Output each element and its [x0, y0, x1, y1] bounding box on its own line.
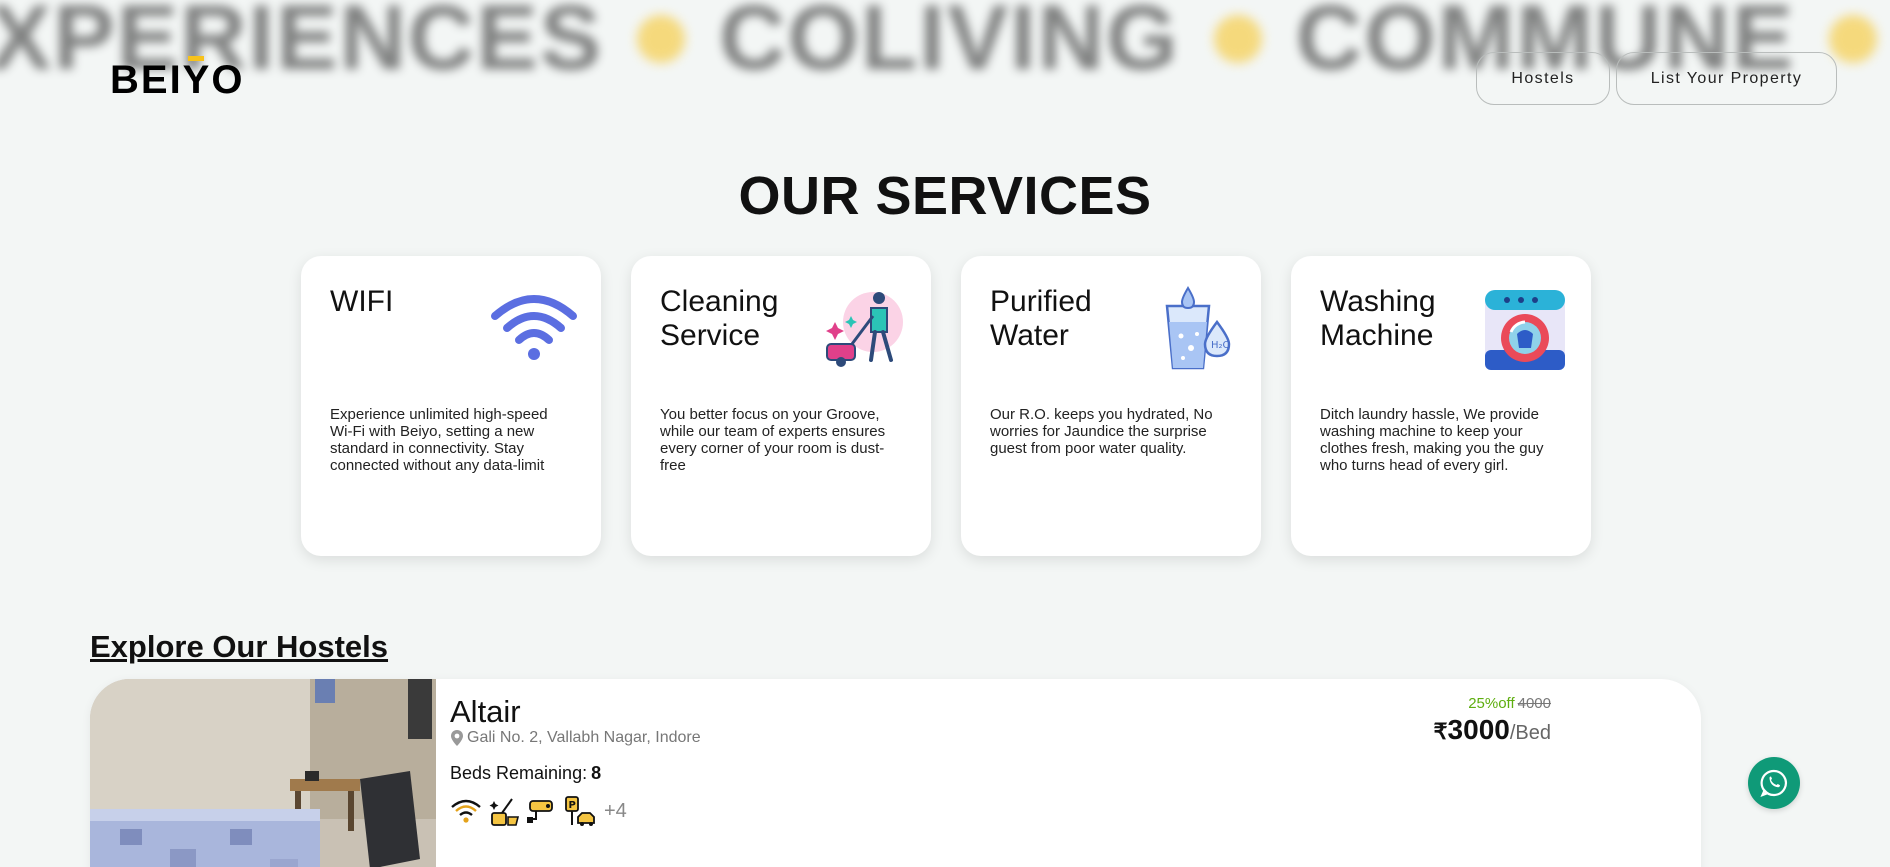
logo-accent-bar [188, 56, 204, 61]
beds-remaining-value: 8 [591, 763, 602, 783]
price-unit: /Bed [1509, 722, 1551, 744]
service-card-title: WIFI [330, 285, 394, 318]
location-pin-icon [451, 730, 463, 746]
wifi-icon [491, 295, 577, 360]
list-property-nav-button[interactable]: List Your Property [1616, 52, 1837, 105]
original-price: 4000 [1517, 695, 1551, 712]
whatsapp-icon [1760, 769, 1787, 797]
hostel-name[interactable]: Altair [450, 694, 521, 730]
more-amenities[interactable]: +4 [604, 800, 627, 823]
services-cards: WIFI Experience unlimited high-speed Wi-… [301, 256, 1591, 556]
explore-hostels-title: Explore Our Hostels [90, 629, 389, 664]
marquee-word: COLIVING [719, 0, 1180, 89]
currency-symbol: ₹ [1433, 719, 1448, 744]
services-title: OUR SERVICES [738, 166, 1152, 226]
wifi-amenity-icon [451, 799, 481, 823]
service-card-washing-machine: Washing Machine Ditch laundry hassle, We… [1291, 256, 1591, 556]
service-card-title: Washing Machine [1320, 285, 1436, 352]
amenities-row: P +4 [450, 795, 627, 827]
service-card-description: Our R.O. keeps you hydrated, No worries … [990, 406, 1213, 457]
discount-badge: 25%off [1468, 695, 1515, 712]
service-card-title: Cleaning Service [660, 285, 779, 352]
current-price: ₹3000/Bed [1434, 714, 1551, 746]
marquee-dot [1829, 14, 1878, 63]
washing-machine-icon [1485, 290, 1565, 370]
cctv-amenity-icon [527, 800, 553, 823]
brand-logo[interactable]: BEIYO [110, 56, 245, 102]
cleaning-icon [826, 292, 903, 367]
hostel-card[interactable]: Altair Gali No. 2, Vallabh Nagar, Indore… [90, 679, 1701, 867]
price-block: 25%off 4000 ₹3000/Bed [1434, 695, 1551, 746]
svg-text:P: P [569, 800, 576, 811]
service-card-description: Ditch laundry hassle, We provide washing… [1320, 406, 1544, 474]
price-value: 3000 [1447, 714, 1510, 745]
beds-remaining-label: Beds Remaining: [450, 763, 588, 783]
svg-text:H₂O: H₂O [1211, 340, 1231, 351]
hostels-nav-button[interactable]: Hostels [1476, 52, 1610, 105]
marquee-dot [637, 14, 686, 63]
beds-remaining: Beds Remaining: 8 [450, 763, 601, 784]
marquee-word: XPERIENCES [0, 0, 604, 89]
parking-amenity-icon: P [565, 796, 595, 826]
logo-text: BEIYO [110, 58, 245, 102]
hostel-address: Gali No. 2, Vallabh Nagar, Indore [450, 729, 701, 747]
service-card-description: Experience unlimited high-speed Wi-Fi wi… [330, 406, 548, 474]
service-card-cleaning: Cleaning Service You better focus on you… [631, 256, 931, 556]
whatsapp-chat-button[interactable] [1748, 757, 1800, 809]
hostel-address-text: Gali No. 2, Vallabh Nagar, Indore [467, 729, 701, 746]
service-card-title: Purified Water [990, 285, 1092, 352]
purified-water-icon: H₂O [1165, 286, 1231, 370]
service-card-wifi: WIFI Experience unlimited high-speed Wi-… [301, 256, 601, 556]
service-card-description: You better focus on your Groove, while o… [660, 406, 886, 474]
cleaning-amenity-icon [489, 798, 520, 826]
service-card-purified-water: Purified Water H₂O Our R.O. keeps you hy… [961, 256, 1261, 556]
hostel-photo[interactable] [90, 679, 436, 867]
marquee-dot [1213, 14, 1262, 63]
